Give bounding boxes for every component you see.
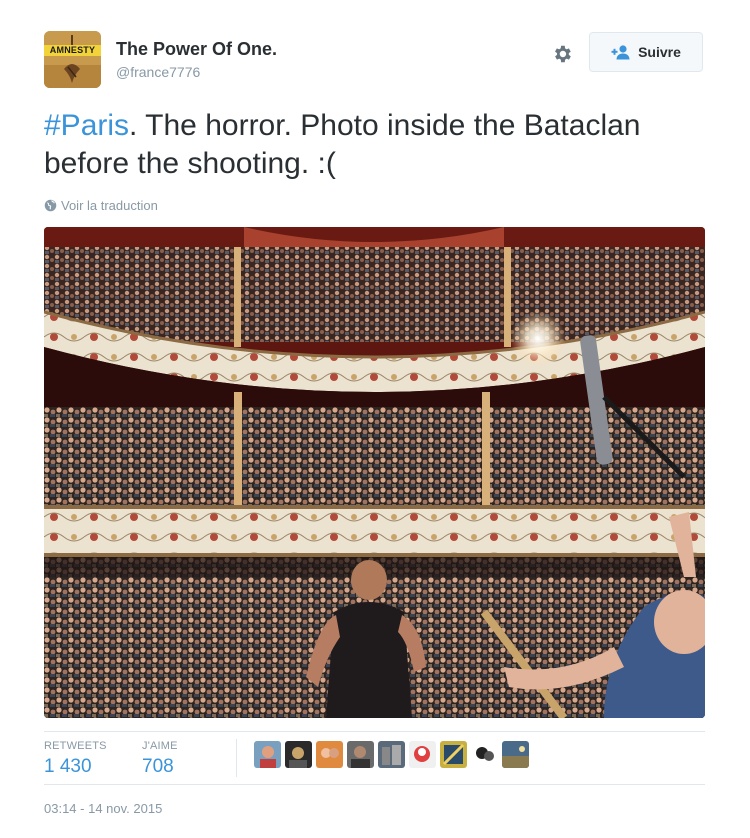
follow-button[interactable]: Suivre <box>589 32 703 72</box>
liker-avatar[interactable] <box>502 741 529 768</box>
liker-avatar[interactable] <box>254 741 281 768</box>
retweets-label: RETWEETS <box>44 740 107 752</box>
tweet-text: #Paris. The horror. Photo inside the Bat… <box>44 107 684 183</box>
liker-avatar[interactable] <box>409 741 436 768</box>
retweets-count[interactable]: 1 430 <box>44 756 92 778</box>
globe-icon <box>44 199 57 212</box>
liker-avatar[interactable] <box>440 741 467 768</box>
stats-divider-vertical <box>236 739 237 777</box>
liker-avatar[interactable] <box>285 741 312 768</box>
translate-link[interactable]: Voir la traduction <box>44 198 158 213</box>
follow-button-label: Suivre <box>638 44 681 60</box>
avatar-image <box>44 31 101 88</box>
add-person-icon <box>611 45 630 60</box>
tweet-body: . The horror. Photo inside the Bataclan … <box>44 109 641 180</box>
stats-divider-bottom <box>44 784 705 785</box>
avatar[interactable]: AMNESTY <box>44 31 101 88</box>
hashtag-link[interactable]: #Paris <box>44 109 129 142</box>
liker-avatar[interactable] <box>347 741 374 768</box>
liker-avatar[interactable] <box>378 741 405 768</box>
liker-avatar[interactable] <box>316 741 343 768</box>
tweet-card: AMNESTY The Power Of One. @france7776 Su… <box>0 0 750 838</box>
author-handle[interactable]: @france7776 <box>116 64 200 80</box>
translate-label: Voir la traduction <box>61 198 158 213</box>
tweet-timestamp[interactable]: 03:14 - 14 nov. 2015 <box>44 801 162 816</box>
likes-label: J'AIME <box>142 740 178 752</box>
concert-hall-image <box>44 227 705 718</box>
avatar-label: AMNESTY <box>44 45 101 56</box>
liker-avatar[interactable] <box>471 741 498 768</box>
tweet-photo[interactable] <box>44 227 705 718</box>
author-display-name[interactable]: The Power Of One. <box>116 39 277 60</box>
likes-count[interactable]: 708 <box>142 756 174 778</box>
gear-icon[interactable] <box>551 43 573 65</box>
likers-avatars <box>254 741 529 768</box>
stats-divider-top <box>44 731 705 732</box>
